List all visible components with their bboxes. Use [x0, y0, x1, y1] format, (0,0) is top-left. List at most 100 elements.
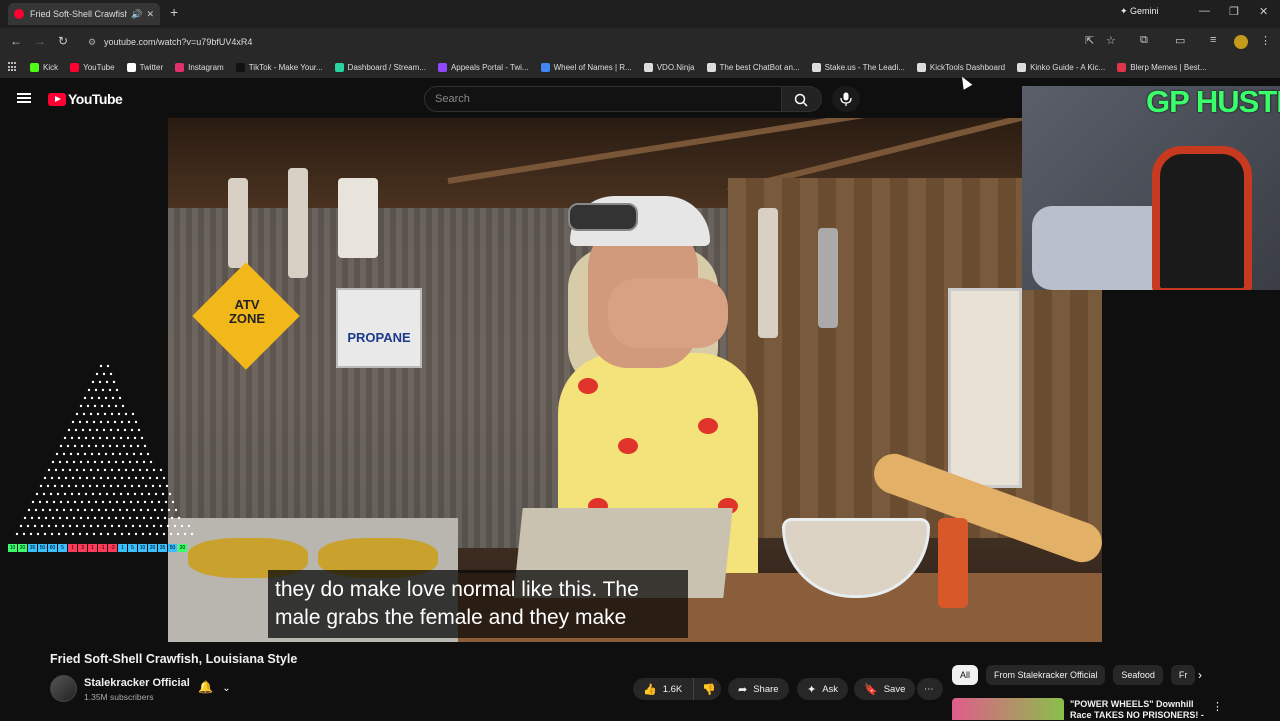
back-icon[interactable]: ← — [10, 34, 22, 48]
overlay-dot — [118, 452, 122, 456]
search-input[interactable]: Search — [424, 86, 782, 112]
overlay-dot — [97, 452, 101, 456]
bookmark-item[interactable]: TikTok - Make Your... — [235, 62, 323, 72]
overlay-dot — [87, 388, 91, 392]
overlay-dot — [94, 444, 98, 448]
bookmark-star-icon[interactable]: ☆ — [1106, 34, 1116, 47]
related-video-title[interactable]: "POWER WHEELS" Downhill Race TAKES NO PR… — [1070, 699, 1210, 721]
restore-icon[interactable]: ❐ — [1229, 5, 1239, 18]
chevron-down-icon: ⌄ — [222, 683, 231, 694]
overlay-dot — [111, 452, 115, 456]
bookmark-favicon-icon — [437, 62, 447, 72]
bookmark-item[interactable]: Stake.us - The Leadi... — [811, 62, 905, 72]
overlay-dot — [120, 476, 124, 480]
hamburger-menu-icon[interactable] — [17, 93, 31, 103]
save-button[interactable]: 🔖 Save — [854, 678, 916, 700]
dislike-button[interactable]: 👎 — [693, 678, 721, 700]
bookmark-item[interactable]: YouTube — [70, 62, 115, 72]
voice-search-button[interactable] — [832, 86, 860, 112]
profile-avatar[interactable] — [1234, 35, 1248, 49]
notification-bell-button[interactable]: 🔔 ⌄ — [198, 680, 244, 700]
share-button[interactable]: ➦ Share — [728, 678, 789, 700]
overlay-dot — [58, 516, 62, 520]
overlay-dot — [68, 524, 72, 528]
overlay-dot — [138, 468, 142, 472]
minimize-icon[interactable]: — — [1199, 5, 1210, 17]
youtube-favicon-icon — [14, 9, 24, 19]
ask-button[interactable]: ✦ Ask — [797, 678, 849, 700]
youtube-logo[interactable]: YouTube — [48, 91, 123, 107]
overlay-dot — [109, 428, 113, 432]
search-button[interactable] — [782, 86, 822, 112]
channel-avatar[interactable] — [50, 675, 77, 702]
overlay-dot — [100, 404, 104, 408]
overlay-dot — [62, 452, 66, 456]
overlay-dot — [135, 516, 139, 520]
bookmark-item[interactable]: Wheel of Names | R... — [540, 62, 632, 72]
forward-icon[interactable]: → — [34, 34, 46, 48]
reload-icon[interactable]: ↻ — [58, 34, 68, 48]
bookmark-item[interactable]: Twitter — [126, 62, 163, 72]
overlay-dot — [90, 508, 94, 512]
bookmark-item[interactable]: Appeals Portal - Twi... — [437, 62, 529, 72]
overlay-dot — [162, 532, 166, 536]
bookmark-item[interactable]: The best ChatBot an... — [706, 62, 800, 72]
channel-name[interactable]: Stalekracker Official — [84, 677, 190, 689]
filter-chip[interactable]: All — [952, 665, 979, 685]
meter-cell: 20 — [148, 544, 157, 552]
bookmark-item[interactable]: Kinko Guide - A Kic... — [1017, 62, 1105, 72]
filter-chip[interactable]: Fr — [1170, 665, 1196, 685]
more-actions-button[interactable]: ⋯ — [917, 678, 943, 700]
bookmark-item[interactable]: KickTools Dashboard — [916, 62, 1005, 72]
related-thumbnail[interactable] — [952, 698, 1064, 720]
bookmark-item[interactable]: VDO.Ninja — [643, 62, 695, 72]
overlay-dot — [54, 524, 58, 528]
close-window-icon[interactable]: ✕ — [1259, 5, 1268, 18]
video-player[interactable]: ATV ZONE PROPANE they do make love norma… — [168, 118, 1102, 642]
bookmark-item[interactable]: Kick — [30, 62, 58, 72]
bookmark-label: TikTok - Make Your... — [248, 62, 323, 72]
bookmark-favicon-icon — [1117, 62, 1127, 72]
overlay-dot — [112, 436, 116, 440]
overlay-dot — [71, 532, 75, 536]
overlay-dot — [95, 372, 99, 376]
overlay-dot — [48, 508, 52, 512]
overlay-dot — [117, 524, 121, 528]
bookmark-item[interactable]: Dashboard / Stream... — [334, 62, 426, 72]
overlay-dot — [183, 532, 187, 536]
bookmark-label: Appeals Portal - Twi... — [450, 62, 529, 72]
speaker-icon[interactable]: 🔊 — [131, 9, 142, 20]
audio-meter-overlay: 10 20 35 50 60 5 1 3 1 -1 -3 1 5 10 20 35 50 20 — [8, 544, 187, 552]
close-tab-icon[interactable]: ✕ — [146, 9, 154, 20]
url-field[interactable]: ⚙ youtube.com/watch?v=u79bfUV4xR4 — [84, 32, 1084, 52]
like-button[interactable]: 👍 1.6K — [633, 678, 693, 700]
new-tab-button[interactable]: + — [170, 4, 178, 20]
overlay-dot — [107, 460, 111, 464]
meter-cell: 10 — [138, 544, 147, 552]
gemini-button[interactable]: ✦ Gemini — [1120, 6, 1159, 17]
browser-tab[interactable]: Fried Soft-Shell Crawfish, Lo 🔊 ✕ — [8, 3, 160, 25]
subscriber-count: 1.35M subscribers — [84, 692, 154, 702]
bookmark-label: Blerp Memes | Best... — [1130, 62, 1207, 72]
overlay-dot — [113, 420, 117, 424]
media-control-icon[interactable]: ≡ — [1210, 34, 1216, 46]
overlay-dot — [92, 532, 96, 536]
overlay-dot — [132, 452, 136, 456]
filter-chip[interactable]: Seafood — [1113, 665, 1163, 685]
overlay-dot — [74, 484, 78, 488]
filter-chip[interactable]: From Stalekracker Official — [986, 665, 1106, 685]
overlay-dot — [190, 532, 194, 536]
extensions-icon[interactable]: ⧉ — [1140, 34, 1148, 47]
install-app-icon[interactable]: ⇱ — [1085, 34, 1094, 47]
overlay-dot — [29, 532, 33, 536]
chevron-right-icon[interactable]: › — [1198, 668, 1202, 682]
bookmark-item[interactable]: Blerp Memes | Best... — [1117, 62, 1207, 72]
apps-grid-icon[interactable] — [8, 62, 18, 72]
cast-icon[interactable]: ▭ — [1175, 34, 1185, 47]
related-more-icon[interactable]: ⋮ — [1212, 700, 1223, 713]
site-info-icon[interactable]: ⚙ — [88, 32, 96, 52]
overlay-dot — [119, 436, 123, 440]
browser-menu-icon[interactable]: ⋮ — [1260, 34, 1271, 47]
bookmark-item[interactable]: Instagram — [175, 62, 224, 72]
overlay-dot — [96, 468, 100, 472]
